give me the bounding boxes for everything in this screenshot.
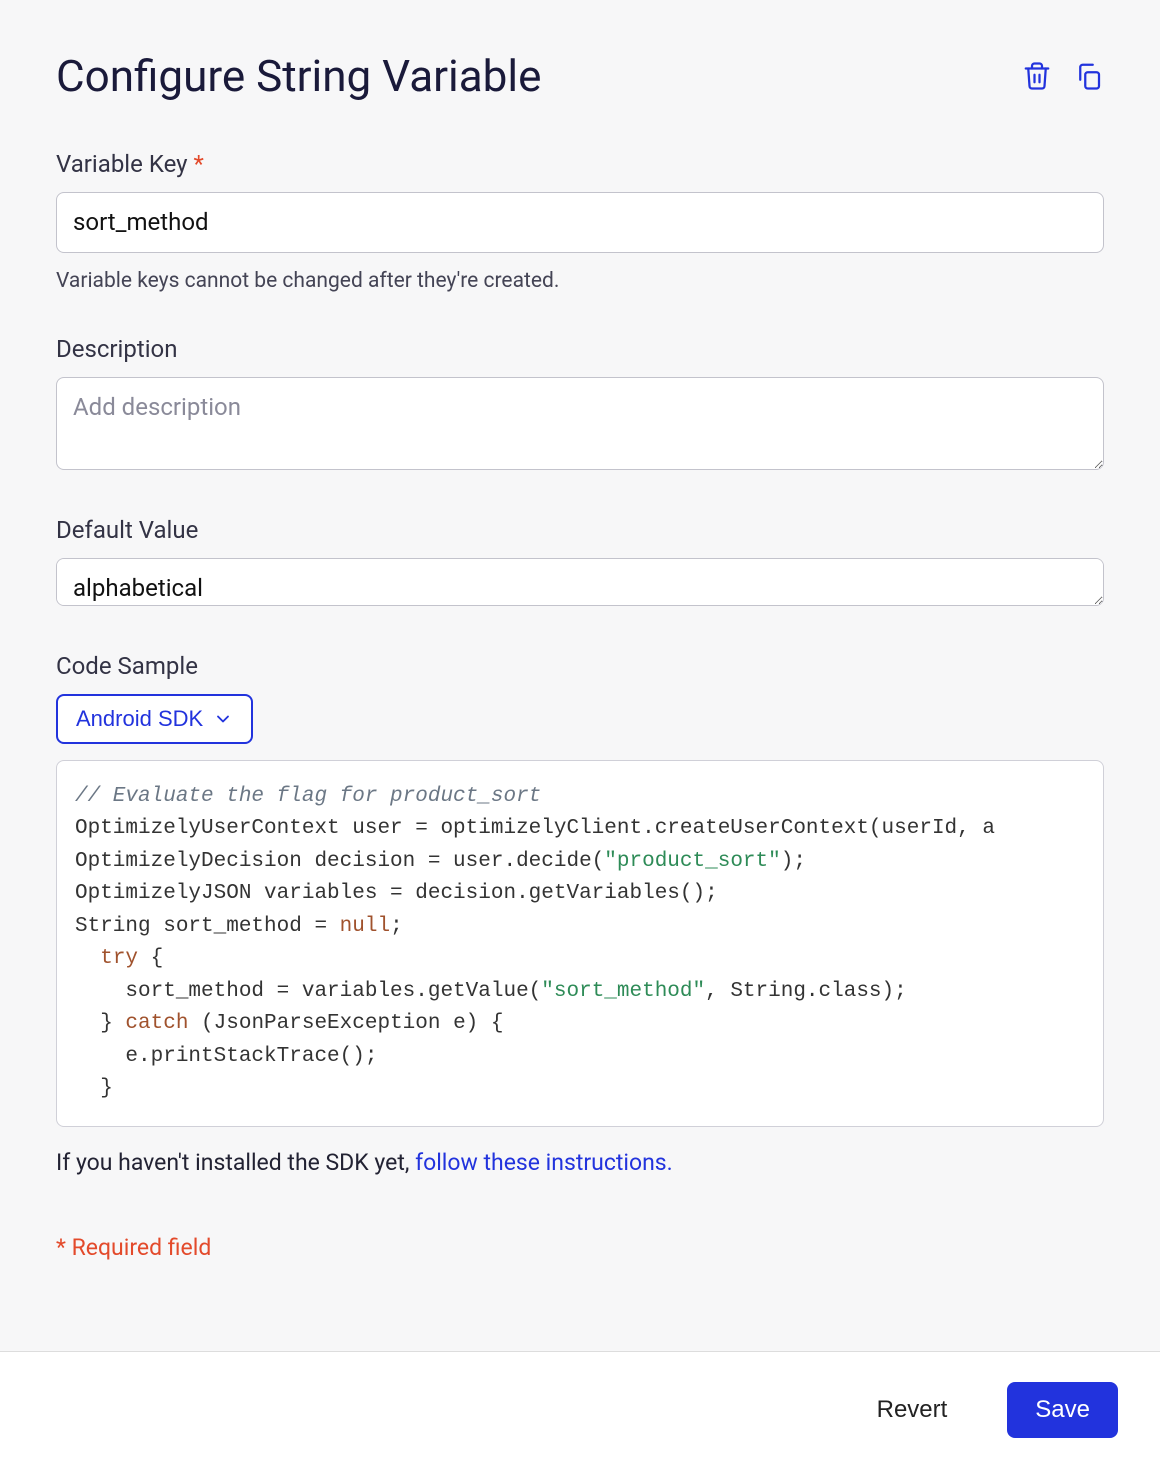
code-keyword: null	[340, 915, 390, 938]
code-line: OptimizelyUserContext user = optimizelyC…	[75, 817, 995, 840]
sdk-select-value: Android SDK	[76, 706, 203, 732]
description-block: Description	[56, 335, 1104, 473]
code-line: , String.class);	[705, 980, 907, 1003]
copy-icon	[1074, 61, 1104, 91]
code-keyword: try	[100, 947, 138, 970]
code-line: ;	[390, 915, 403, 938]
sdk-note-prefix: If you haven't installed the SDK yet,	[56, 1149, 415, 1176]
variable-key-label-text: Variable Key	[56, 150, 188, 178]
variable-key-label: Variable Key *	[56, 150, 1104, 178]
code-comment: // Evaluate the flag for product_sort	[75, 785, 541, 808]
code-line: OptimizelyJSON variables = decision.getV…	[75, 882, 718, 905]
code-string: "product_sort"	[604, 850, 780, 873]
description-label: Description	[56, 335, 1104, 363]
code-string: "sort_method"	[541, 980, 705, 1003]
sdk-install-note: If you haven't installed the SDK yet, fo…	[56, 1149, 1104, 1176]
code-line: {	[138, 947, 163, 970]
header-row: Configure String Variable	[56, 50, 1104, 102]
footer-action-bar: Revert Save	[0, 1351, 1160, 1468]
save-button[interactable]: Save	[1007, 1382, 1118, 1438]
code-line: String sort_method =	[75, 915, 340, 938]
required-field-note: * Required field	[56, 1234, 1104, 1261]
default-value-input[interactable]	[56, 558, 1104, 606]
trash-icon	[1022, 61, 1052, 91]
content-area: Configure String Variable	[0, 0, 1160, 1381]
sdk-select-dropdown[interactable]: Android SDK	[56, 694, 253, 744]
variable-key-helper: Variable keys cannot be changed after th…	[56, 269, 1104, 293]
default-value-label: Default Value	[56, 516, 1104, 544]
code-line: }	[75, 1012, 125, 1035]
chevron-down-icon	[213, 709, 233, 729]
code-line: (JsonParseException e) {	[188, 1012, 503, 1035]
code-sample-output: // Evaluate the flag for product_sort Op…	[56, 760, 1104, 1127]
default-value-block: Default Value	[56, 516, 1104, 610]
header-action-icons	[1022, 61, 1104, 91]
sdk-instructions-link[interactable]: follow these instructions.	[415, 1149, 673, 1176]
duplicate-button[interactable]	[1074, 61, 1104, 91]
code-line: sort_method = variables.getValue(	[75, 980, 541, 1003]
required-star: *	[193, 150, 203, 178]
code-keyword: catch	[125, 1012, 188, 1035]
code-line: }	[75, 1077, 113, 1100]
revert-button[interactable]: Revert	[849, 1382, 976, 1438]
code-line: );	[781, 850, 806, 873]
delete-button[interactable]	[1022, 61, 1052, 91]
code-line: OptimizelyDecision decision = user.decid…	[75, 850, 604, 873]
code-sample-label: Code Sample	[56, 652, 1104, 680]
variable-key-block: Variable Key * Variable keys cannot be c…	[56, 150, 1104, 293]
code-sample-block: Code Sample Android SDK // Evaluate the …	[56, 652, 1104, 1176]
page-title: Configure String Variable	[56, 50, 541, 102]
code-line: e.printStackTrace();	[75, 1045, 377, 1068]
variable-key-input[interactable]	[56, 192, 1104, 253]
description-input[interactable]	[56, 377, 1104, 469]
configure-variable-page: Configure String Variable	[0, 0, 1160, 1468]
